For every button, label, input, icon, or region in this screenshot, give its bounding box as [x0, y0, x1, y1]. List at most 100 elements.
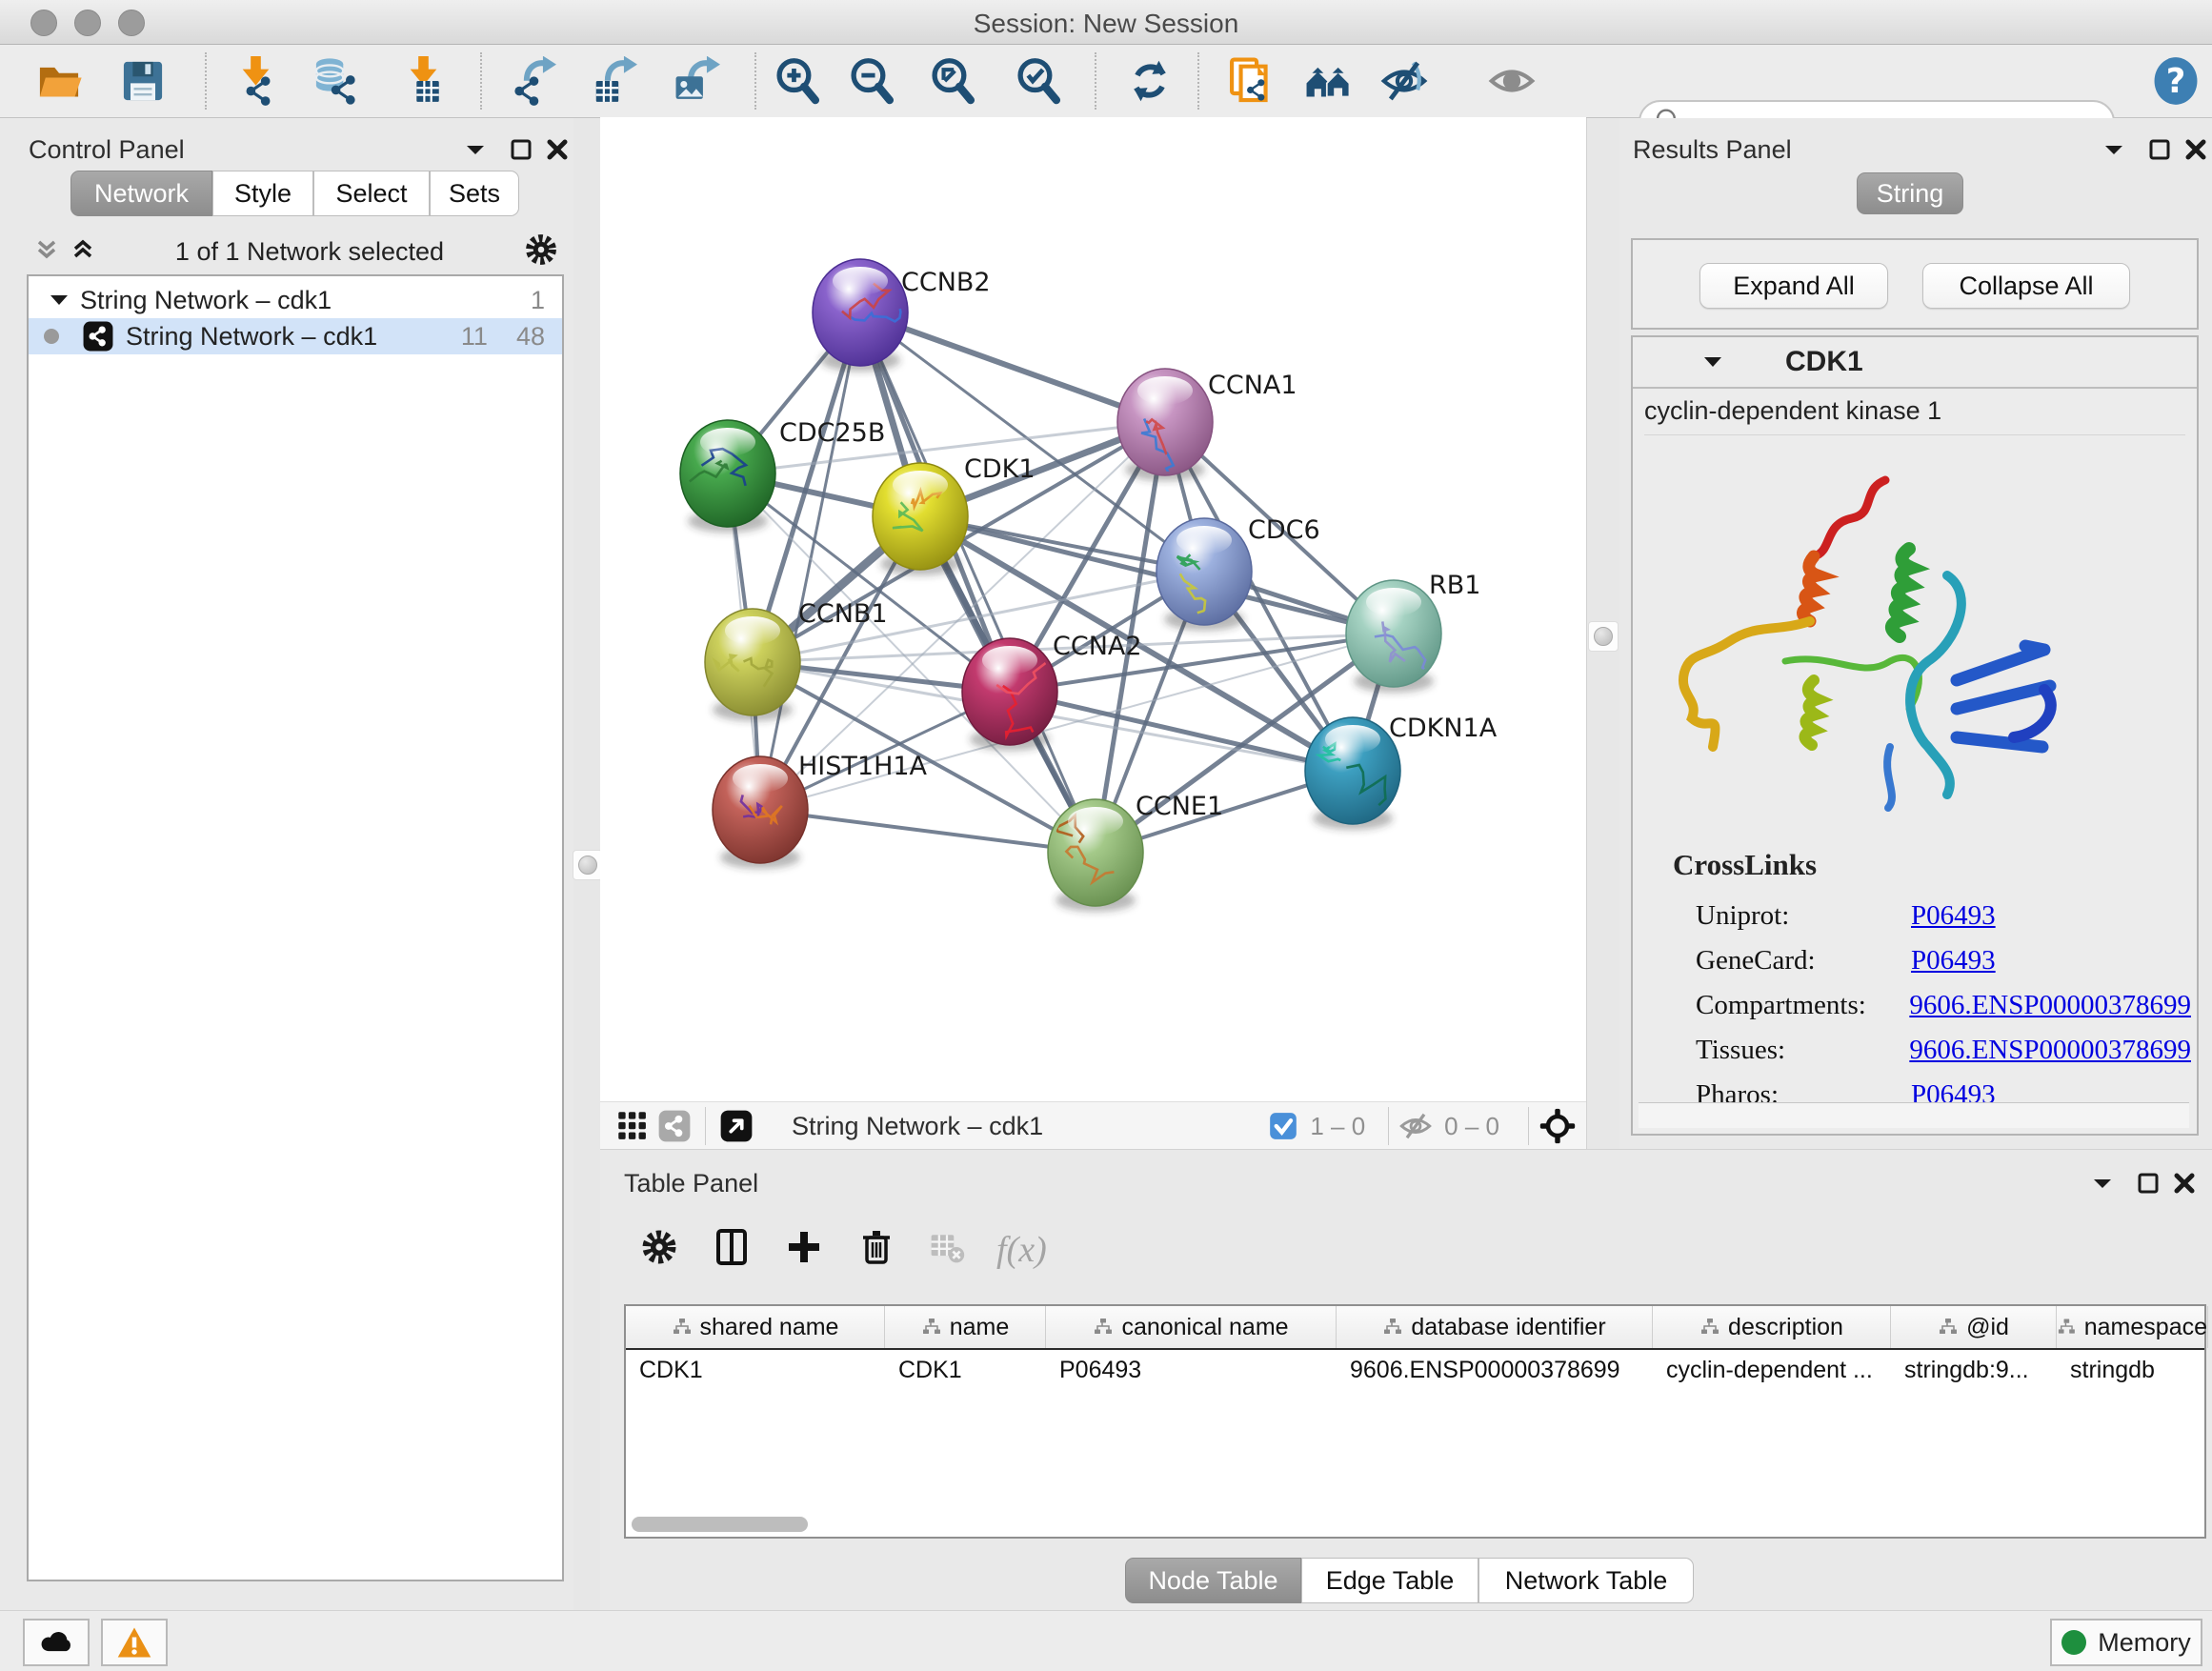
results-scroll-strip[interactable] [1639, 1102, 2189, 1128]
table-cell[interactable]: 9606.ENSP00000378699 [1337, 1350, 1653, 1390]
network-canvas[interactable]: CCNB2CCNA1CDC25BCDK1CDC6RB1CCNB1CCNA2CDK… [600, 117, 1586, 1101]
toolbar-separator [205, 52, 207, 110]
hide-selected-icon[interactable] [1377, 54, 1431, 108]
network-node-CCNA1[interactable]: CCNA1 [1117, 369, 1297, 482]
right-splitter-handle[interactable] [1588, 621, 1619, 652]
crosslink-link[interactable]: 9606.ENSP00000378699 [1909, 990, 2191, 1021]
table-horizontal-scrollbar[interactable] [632, 1517, 808, 1532]
collapse-all-networks-icon[interactable] [69, 235, 97, 269]
network-node-CDK1[interactable]: CDK1 [873, 454, 1036, 575]
apply-function-icon: f(x) [996, 1229, 1047, 1271]
left-splitter-handle[interactable] [573, 850, 603, 880]
export-network-icon[interactable] [507, 54, 560, 108]
column-header-name[interactable]: name [885, 1306, 1046, 1348]
crosslink-link[interactable]: 9606.ENSP00000378699 [1909, 1035, 2191, 1066]
show-columns-icon[interactable] [711, 1226, 753, 1273]
network-collection-row[interactable]: String Network – cdk1 1 [29, 282, 562, 318]
expand-all-button[interactable]: Expand All [1699, 263, 1888, 309]
export-table-icon[interactable] [588, 54, 641, 108]
network-row-selected[interactable]: String Network – cdk1 11 48 [29, 318, 562, 354]
export-image-icon[interactable] [671, 54, 724, 108]
network-node-CCNB2[interactable]: CCNB2 [813, 259, 991, 372]
network-node-CDKN1A[interactable]: CDKN1A [1305, 714, 1498, 830]
column-header-canonicalname[interactable]: canonical name [1046, 1306, 1337, 1348]
network-node-RB1[interactable]: RB1 [1346, 571, 1480, 693]
column-header-namespace[interactable]: namespace [2057, 1306, 2208, 1348]
tab-style[interactable]: Style [212, 171, 313, 216]
import-network-file-icon[interactable] [225, 54, 278, 108]
network-options-gear-icon[interactable] [522, 231, 560, 273]
table-panel-maximize-icon[interactable] [2136, 1171, 2161, 1200]
network-node-CCNE1[interactable]: CCNE1 [1048, 792, 1223, 912]
table-panel-close-icon[interactable] [2172, 1171, 2197, 1200]
protein-expander-icon[interactable] [1701, 351, 1724, 373]
memory-button[interactable]: Memory [2050, 1619, 2202, 1666]
pan-crosshair-icon[interactable] [1538, 1107, 1577, 1145]
table-options-gear-icon[interactable] [638, 1226, 680, 1273]
node-label-CDC25B: CDC25B [779, 418, 885, 448]
show-all-icon[interactable] [1485, 54, 1538, 108]
control-panel-close-icon[interactable] [545, 137, 570, 167]
first-neighbors-icon[interactable] [1301, 54, 1355, 108]
import-network-database-icon[interactable] [309, 54, 362, 108]
table-row[interactable]: CDK1CDK1P064939606.ENSP00000378699cyclin… [626, 1350, 2204, 1390]
tab-sets[interactable]: Sets [430, 171, 519, 216]
collection-label: String Network – cdk1 [80, 286, 332, 315]
warning-status-button[interactable] [101, 1619, 168, 1666]
tab-edge-table[interactable]: Edge Table [1301, 1558, 1478, 1603]
clone-network-icon[interactable] [1223, 54, 1277, 108]
network-node-HIST1H1A[interactable]: HIST1H1A [713, 752, 928, 869]
grid-view-icon[interactable] [612, 1105, 654, 1147]
add-column-icon[interactable] [783, 1226, 825, 1273]
results-panel-title: Results Panel [1633, 135, 1792, 165]
node-label-CCNA1: CCNA1 [1208, 371, 1297, 400]
birds-eye-view-icon[interactable] [715, 1105, 757, 1147]
refresh-icon[interactable] [1123, 54, 1176, 108]
network-node-CCNB1[interactable]: CCNB1 [705, 599, 888, 721]
network-node-CDC6[interactable]: CDC6 [1156, 515, 1320, 631]
help-icon[interactable]: ? [2149, 54, 2202, 108]
tab-string[interactable]: String [1857, 172, 1963, 214]
open-session-icon[interactable] [32, 54, 86, 108]
tab-select[interactable]: Select [313, 171, 430, 216]
save-session-icon[interactable] [116, 54, 170, 108]
table-cell[interactable]: CDK1 [626, 1350, 885, 1390]
collection-expander-icon[interactable] [48, 289, 70, 312]
zoom-selected-icon[interactable] [1012, 54, 1065, 108]
tab-node-table[interactable]: Node Table [1125, 1558, 1301, 1603]
selected-checkbox-icon[interactable] [1268, 1111, 1298, 1141]
expand-all-networks-icon[interactable] [32, 235, 61, 269]
table-cell[interactable]: stringdb:9... [1891, 1350, 2057, 1390]
table-cell[interactable]: stringdb [2057, 1350, 2208, 1390]
node-label-CDC6: CDC6 [1248, 515, 1320, 545]
title-bar: Session: New Session [0, 0, 2212, 45]
results-panel-maximize-icon[interactable] [2147, 137, 2172, 167]
zoom-in-icon[interactable] [771, 54, 824, 108]
column-header-sharedname[interactable]: shared name [626, 1306, 885, 1348]
column-header-databaseidentifier[interactable]: database identifier [1337, 1306, 1653, 1348]
import-table-icon[interactable] [392, 54, 446, 108]
tab-network-table[interactable]: Network Table [1478, 1558, 1694, 1603]
collapse-all-button[interactable]: Collapse All [1922, 263, 2130, 309]
tab-network[interactable]: Network [70, 171, 212, 216]
network-view-icon[interactable] [654, 1105, 695, 1147]
table-cell[interactable]: P06493 [1046, 1350, 1337, 1390]
table-cell[interactable]: CDK1 [885, 1350, 1046, 1390]
table-cell[interactable]: cyclin-dependent ... [1653, 1350, 1891, 1390]
toolbar-separator [480, 52, 482, 110]
zoom-out-icon[interactable] [845, 54, 898, 108]
control-panel-maximize-icon[interactable] [509, 137, 533, 167]
protein-header-row[interactable]: CDK1 [1633, 337, 2197, 389]
delete-column-icon[interactable] [855, 1226, 897, 1273]
crosslink-link[interactable]: P06493 [1911, 945, 1996, 976]
column-header-description[interactable]: description [1653, 1306, 1891, 1348]
control-panel-float-icon[interactable] [463, 137, 488, 167]
results-panel-float-icon[interactable] [2101, 137, 2126, 167]
table-panel-float-icon[interactable] [2090, 1171, 2115, 1200]
results-panel-close-icon[interactable] [2183, 137, 2208, 167]
delete-table-icon [928, 1228, 966, 1271]
zoom-fit-icon[interactable] [926, 54, 979, 108]
cloud-status-button[interactable] [23, 1619, 90, 1666]
column-header-id[interactable]: @id [1891, 1306, 2057, 1348]
crosslink-link[interactable]: P06493 [1911, 900, 1996, 932]
